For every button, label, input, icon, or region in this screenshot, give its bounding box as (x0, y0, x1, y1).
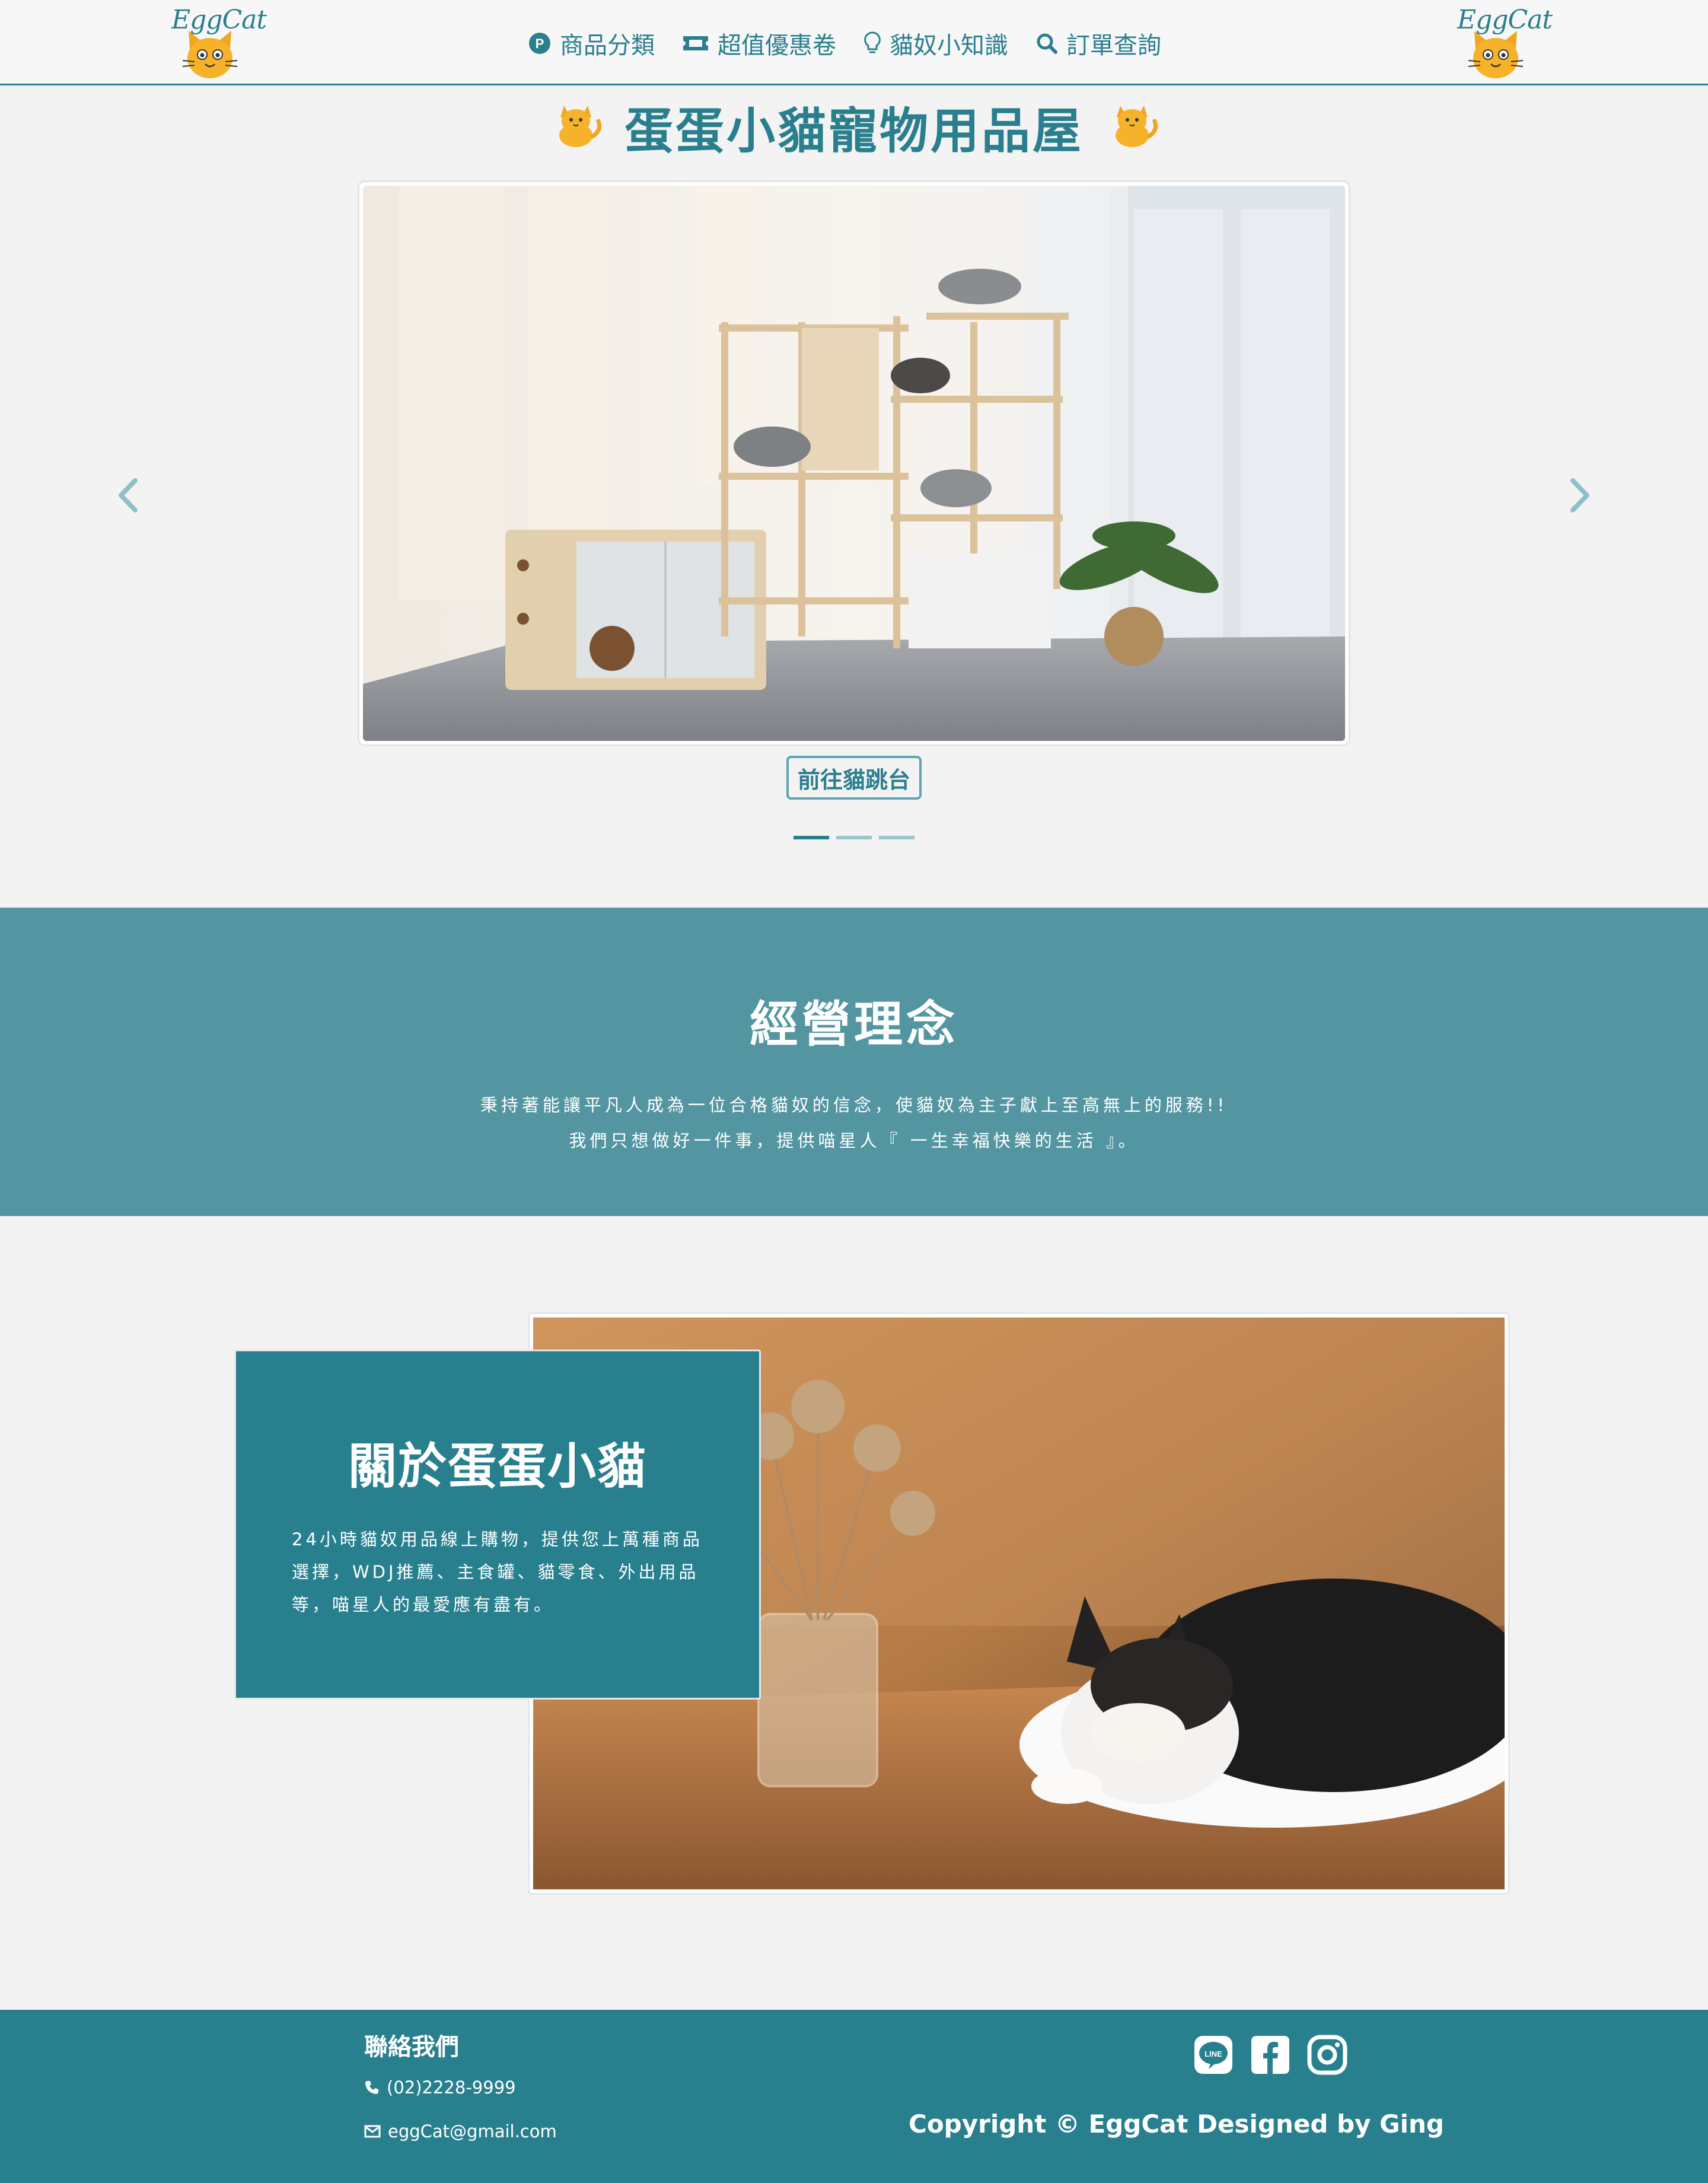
main-nav: P 商品分類 超值優惠卷 貓奴小知識 訂單查詢 (528, 23, 1161, 64)
cat-emoji-icon (1116, 106, 1158, 147)
philosophy-title: 經營理念 (749, 997, 958, 1053)
carousel-next-arrow-icon[interactable] (1562, 475, 1598, 516)
page-title: 蛋蛋小貓寵物用品屋 (624, 103, 1084, 160)
carousel-slide (358, 180, 1350, 746)
svg-text:LINE: LINE (1204, 2050, 1222, 2058)
carousel-indicator[interactable] (836, 836, 872, 839)
p-circle-icon: P (529, 33, 550, 54)
copyright-text: Copyright © EggCat Designed by Ging (909, 2109, 1444, 2139)
email-address: eggCat@gmail.com (388, 2121, 557, 2141)
contact-phone[interactable]: (02)2228-9999 (364, 2077, 516, 2098)
carousel-indicator[interactable] (794, 836, 829, 839)
about-text: 24小時貓奴用品線上購物，提供您上萬種商品選擇，WDJ推薦、主食罐、貓零食、外出… (292, 1529, 703, 1615)
navbar: EggCat P 商品分類 超值優惠卷 貓奴小知識 訂單查詢 EggCat (0, 0, 1708, 85)
nav-item-order-lookup[interactable]: 訂單查詢 (1035, 26, 1161, 61)
nav-item-knowledge[interactable]: 貓奴小知識 (863, 26, 1008, 61)
go-to-cat-tree-button[interactable]: 前往貓跳台 (786, 756, 922, 800)
footer: 聯絡我們 (02)2228-9999 eggCat@gmail.com LINE… (0, 2010, 1708, 2183)
envelope-icon (364, 2125, 381, 2138)
cat-face-icon (1468, 31, 1524, 78)
philosophy-section: 經營理念 秉持著能讓平凡人成為一位合格貓奴的信念，使貓奴為主子獻上至高無上的服務… (0, 908, 1708, 1216)
line-icon[interactable]: LINE (1193, 2035, 1234, 2075)
cat-face-icon (182, 31, 238, 78)
nav-item-coupons[interactable]: 超值優惠卷 (682, 26, 836, 61)
eggcat-logo[interactable]: EggCat (1455, 5, 1553, 81)
search-icon (1037, 33, 1057, 54)
carousel-prev-arrow-icon[interactable] (110, 475, 146, 516)
ticket-icon (683, 36, 708, 50)
carousel-indicators (794, 836, 914, 839)
about-card: 關於蛋蛋小貓 24小時貓奴用品線上購物，提供您上萬種商品選擇，WDJ推薦、主食罐… (234, 1350, 761, 1700)
site-title: 蛋蛋小貓寵物用品屋 (0, 94, 1708, 160)
lightbulb-icon (864, 31, 881, 53)
contact-title: 聯絡我們 (364, 2034, 459, 2061)
about-title: 關於蛋蛋小貓 (348, 1439, 647, 1495)
svg-text:P: P (536, 36, 544, 51)
nav-label: 超值優惠卷 (718, 32, 836, 59)
phone-number: (02)2228-9999 (387, 2077, 516, 2098)
phone-icon (365, 2081, 378, 2094)
nav-label: 訂單查詢 (1066, 32, 1161, 59)
contact-email[interactable]: eggCat@gmail.com (364, 2121, 557, 2141)
facebook-icon[interactable] (1250, 2035, 1290, 2075)
nav-item-categories[interactable]: P 商品分類 (528, 26, 655, 61)
instagram-icon[interactable] (1307, 2035, 1347, 2075)
nav-label: 貓奴小知識 (890, 32, 1008, 59)
philosophy-text: 我們只想做好一件事，提供喵星人『 一生幸福快樂的生活 』。 (569, 1131, 1139, 1151)
carousel-indicator[interactable] (879, 836, 914, 839)
nav-label: 商品分類 (560, 32, 655, 59)
philosophy-text: 秉持著能讓平凡人成為一位合格貓奴的信念，使貓奴為主子獻上至高無上的服務!! (480, 1095, 1228, 1115)
eggcat-logo[interactable]: EggCat (169, 5, 267, 81)
cat-emoji-icon (559, 106, 602, 147)
social-links: LINE (1193, 2035, 1347, 2075)
cat-furniture-room-photo (363, 186, 1345, 741)
